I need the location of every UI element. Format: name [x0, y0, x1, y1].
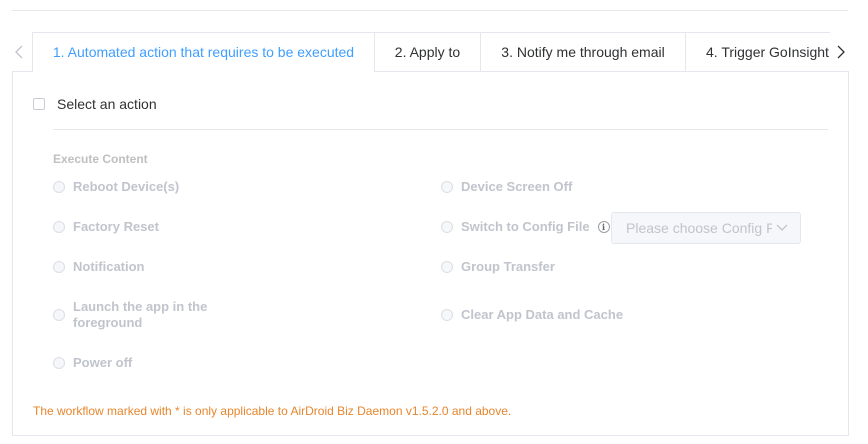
info-icon[interactable]: i: [597, 221, 610, 233]
option-label: Group Transfer: [461, 259, 555, 274]
option-label: Reboot Device(s): [73, 179, 180, 194]
option-power-off[interactable]: Power off: [53, 355, 132, 371]
option-label: Factory Reset: [73, 219, 159, 234]
tab-trigger-goinsight[interactable]: 4. Trigger GoInsight: [686, 32, 830, 72]
chevron-left-icon: [15, 45, 23, 59]
option-label: Switch to Config File: [461, 219, 590, 234]
select-action-checkbox[interactable]: Select an action: [33, 96, 157, 112]
tab-notify-email[interactable]: 3. Notify me through email: [481, 32, 686, 72]
radio-button[interactable]: [53, 309, 65, 321]
option-device-screen-off[interactable]: Device Screen Off: [441, 179, 572, 195]
top-divider: [12, 10, 848, 11]
select-action-label: Select an action: [57, 96, 157, 112]
tab-bar: 1. Automated action that requires to be …: [32, 32, 830, 72]
tab-scroll-next[interactable]: [832, 32, 850, 72]
radio-button[interactable]: [441, 181, 453, 193]
tab-content-panel: [12, 71, 849, 436]
tab-label: 1. Automated action that requires to be …: [52, 44, 355, 60]
chevron-down-icon: [776, 219, 788, 237]
option-label-line: foreground: [73, 315, 143, 330]
option-label: Device Screen Off: [461, 179, 573, 194]
option-group-transfer[interactable]: Group Transfer: [441, 259, 555, 275]
radio-button[interactable]: [53, 181, 65, 193]
tab-scroll-prev[interactable]: [10, 32, 28, 72]
section-divider: [53, 129, 828, 130]
chevron-right-icon: [837, 45, 845, 59]
option-switch-config-file[interactable]: Switch to Config File i: [441, 219, 610, 235]
radio-button[interactable]: [441, 261, 453, 273]
radio-button[interactable]: [53, 221, 65, 233]
panel-border: [12, 71, 33, 72]
compatibility-notice: The workflow marked with * is only appli…: [33, 404, 512, 418]
option-notification[interactable]: Notification: [53, 259, 145, 275]
checkbox-box[interactable]: [33, 98, 45, 110]
option-label: Power off: [73, 355, 133, 370]
option-reboot-devices[interactable]: Reboot Device(s): [53, 179, 179, 195]
radio-button[interactable]: [441, 309, 453, 321]
radio-button[interactable]: [53, 357, 65, 369]
option-label-line: Launch the app in the: [73, 299, 208, 314]
tab-automated-action[interactable]: 1. Automated action that requires to be …: [32, 32, 375, 72]
option-label: Clear App Data and Cache: [461, 307, 624, 322]
tab-label: 3. Notify me through email: [501, 44, 665, 60]
tab-label: 4. Trigger GoInsight: [706, 44, 829, 60]
radio-button[interactable]: [53, 261, 65, 273]
config-file-placeholder: Please choose Config File: [626, 220, 772, 236]
execute-content-label: Execute Content: [53, 152, 148, 166]
option-label: Notification: [73, 259, 145, 274]
config-file-select[interactable]: Please choose Config File: [611, 212, 801, 244]
tab-apply-to[interactable]: 2. Apply to: [375, 32, 481, 72]
option-launch-app-foreground[interactable]: Launch the app in the foreground: [53, 299, 207, 331]
option-label: Launch the app in the foreground: [73, 299, 207, 331]
option-clear-app-data[interactable]: Clear App Data and Cache: [441, 307, 623, 323]
panel-border: [374, 71, 849, 72]
tab-label: 2. Apply to: [394, 44, 461, 60]
option-factory-reset[interactable]: Factory Reset: [53, 219, 159, 235]
radio-button[interactable]: [441, 221, 453, 233]
